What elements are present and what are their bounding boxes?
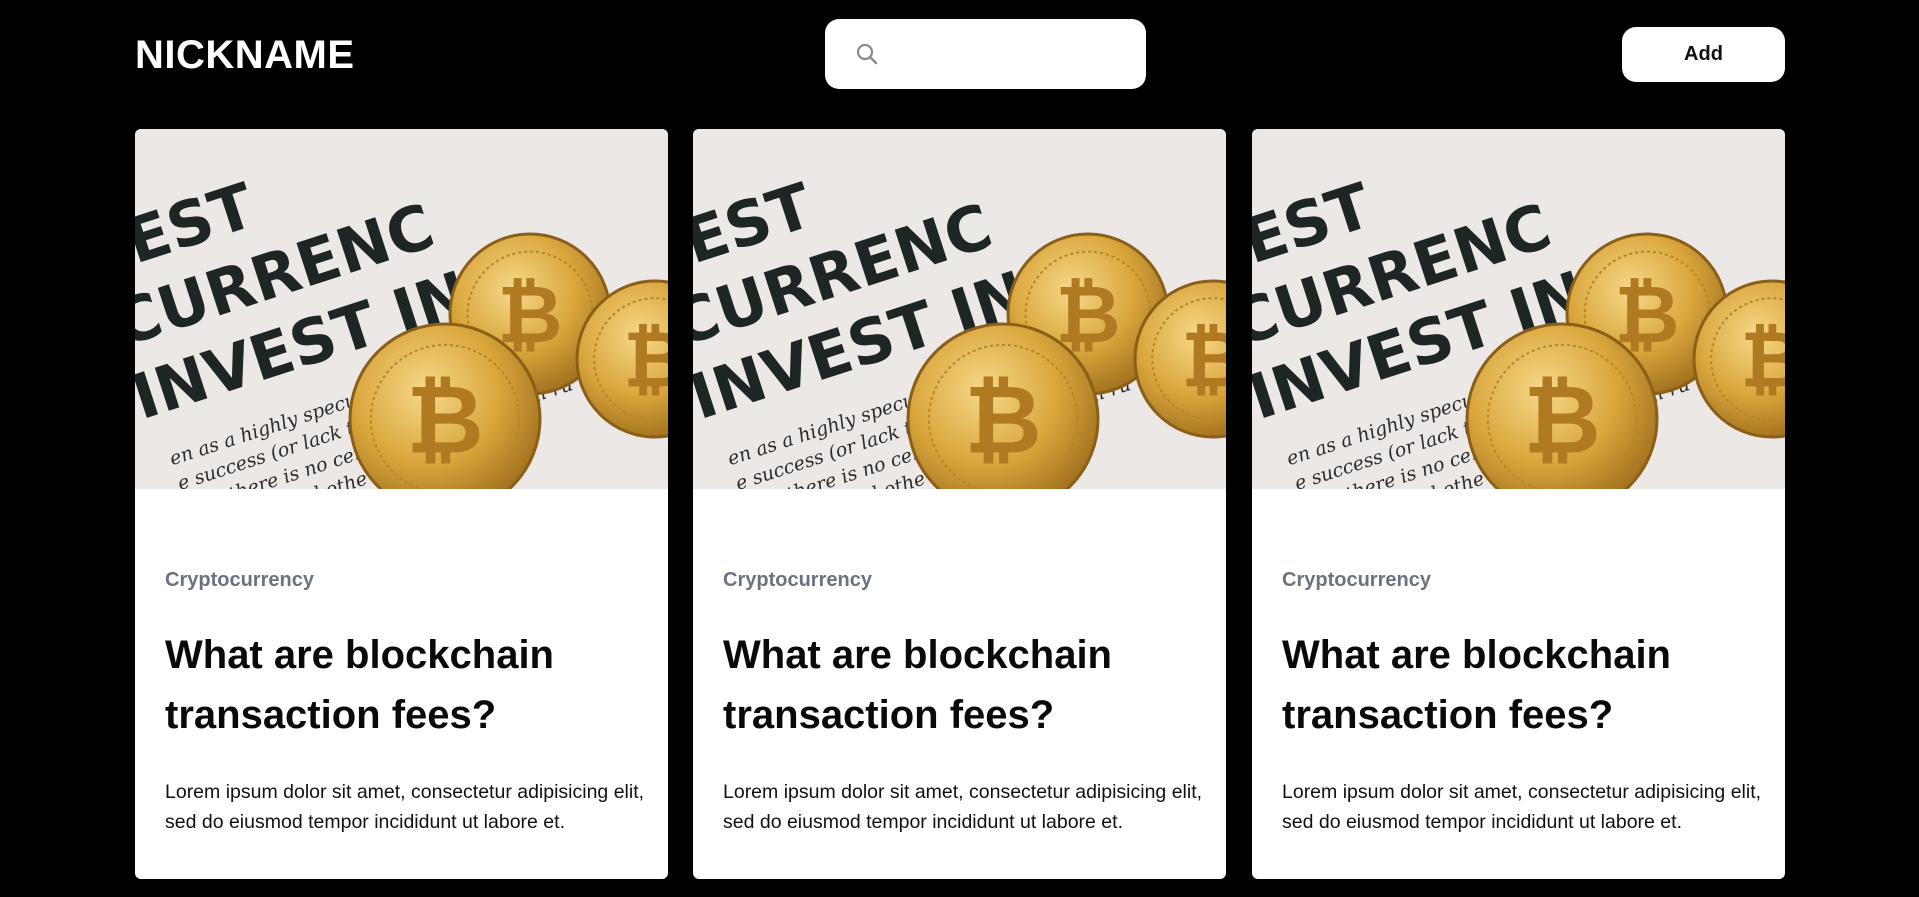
- card-category: Cryptocurrency: [165, 569, 314, 591]
- top-bar: NICKNAME Add: [0, 0, 1919, 120]
- card-description: Lorem ipsum dolor sit amet, consectetur …: [1282, 781, 1762, 833]
- bitcoin-icon: ₿: [406, 365, 483, 475]
- card-image: BESTCURRENCINVEST INen as a highly specu…: [1252, 129, 1785, 489]
- article-card[interactable]: BESTCURRENCINVEST INen as a highly specu…: [135, 129, 668, 879]
- search-input[interactable]: [895, 31, 1130, 77]
- bitcoin-icon: ₿: [623, 315, 668, 405]
- card-title[interactable]: What are blockchain transaction fees?: [1282, 625, 1762, 745]
- bitcoin-icon: ₿: [1740, 315, 1785, 405]
- bitcoin-icon: ₿: [964, 365, 1041, 475]
- bitcoin-icon: ₿: [1181, 315, 1226, 405]
- add-button[interactable]: Add: [1622, 27, 1785, 82]
- card-category: Cryptocurrency: [1282, 569, 1431, 591]
- card-image: BESTCURRENCINVEST INen as a highly specu…: [135, 129, 668, 489]
- card-image: BESTCURRENCINVEST INen as a highly specu…: [693, 129, 1226, 489]
- card-title[interactable]: What are blockchain transaction fees?: [723, 625, 1203, 745]
- article-card[interactable]: BESTCURRENCINVEST INen as a highly specu…: [1252, 129, 1785, 879]
- search-icon: [856, 43, 878, 65]
- bitcoin-icon: ₿: [1523, 365, 1600, 475]
- search-box[interactable]: [825, 19, 1146, 89]
- card-title[interactable]: What are blockchain transaction fees?: [165, 625, 645, 745]
- logo[interactable]: NICKNAME: [135, 30, 355, 80]
- card-description: Lorem ipsum dolor sit amet, consectetur …: [723, 781, 1203, 833]
- card-description: Lorem ipsum dolor sit amet, consectetur …: [165, 781, 645, 833]
- article-card[interactable]: BESTCURRENCINVEST INen as a highly specu…: [693, 129, 1226, 879]
- card-category: Cryptocurrency: [723, 569, 872, 591]
- card-grid: BESTCURRENCINVEST INen as a highly specu…: [135, 129, 1785, 879]
